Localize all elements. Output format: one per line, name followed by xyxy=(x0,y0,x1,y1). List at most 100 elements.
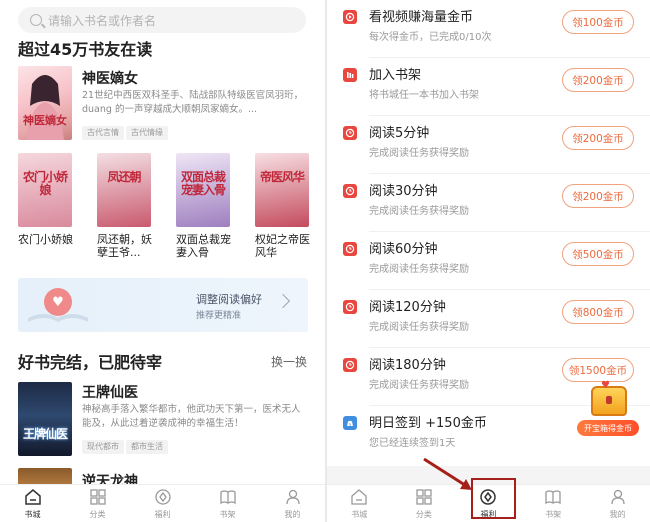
heart-icon: ♥ xyxy=(44,288,72,316)
task-title: 阅读180分钟 xyxy=(369,358,446,373)
banner-title: 调整阅读偏好 xyxy=(196,293,262,306)
book-card[interactable]: 农门小娇娘 农门小娇娘 xyxy=(18,153,73,246)
clock-icon xyxy=(343,184,357,198)
tab-profile[interactable]: 我的 xyxy=(260,485,325,522)
task-title: 阅读30分钟 xyxy=(369,184,438,199)
refresh-link[interactable]: 换一换 xyxy=(271,353,307,370)
task-row: 加入书架 将书城任一本书加入书架 领200金币 xyxy=(327,58,650,116)
home-icon xyxy=(24,488,41,505)
claim-coins-button[interactable]: 领800金币 xyxy=(562,300,634,324)
book-tag[interactable]: 古代情缘 xyxy=(126,126,168,140)
book-cover: 凤还朝 xyxy=(97,153,151,227)
tab-label: 福利 xyxy=(154,509,171,519)
task-subtitle: 完成阅读任务获得奖励 xyxy=(369,380,469,391)
grid-icon xyxy=(89,488,106,505)
book-tag[interactable]: 都市生活 xyxy=(126,440,168,454)
section-title-completed: 好书完结，已肥待宰 xyxy=(18,353,163,372)
home-icon xyxy=(351,488,367,505)
task-row: 看视频赚海量金币 每次得金币，已完成0/10次 领100金币 xyxy=(327,0,650,58)
featured-book-title[interactable]: 神医嫡女 xyxy=(82,68,138,88)
tab-label: 书架 xyxy=(219,509,236,519)
treasure-label: 开宝箱得金币 xyxy=(577,420,639,436)
book-cover-text: 农门小娇娘 xyxy=(22,170,68,197)
featured-book-cover[interactable]: 神医嫡女 xyxy=(18,66,72,140)
tab-bookshelf[interactable]: 书架 xyxy=(195,485,260,522)
book-cover: 双面总裁宠妻入骨 xyxy=(176,153,230,227)
tab-category[interactable]: 分类 xyxy=(65,485,130,522)
clock-icon xyxy=(343,242,357,256)
featured-cover-art: 神医嫡女 xyxy=(23,75,67,140)
featured-cover-title: 神医嫡女 xyxy=(23,113,67,127)
book-cover: 农门小娇娘 xyxy=(18,153,72,227)
book-tag[interactable]: 古代言情 xyxy=(82,126,124,140)
book-title: 农门小娇娘 xyxy=(18,233,73,246)
task-row: 阅读60分钟 完成阅读任务获得奖励 领500金币 xyxy=(327,232,650,290)
book-tag[interactable]: 现代都市 xyxy=(82,440,124,454)
clock-icon xyxy=(343,358,357,372)
bookshelf-icon xyxy=(343,68,357,82)
tab-bookstore[interactable]: 书城 xyxy=(0,485,65,522)
bottom-tab-bar: 书城 分类 福利 书架 我的 xyxy=(0,484,325,522)
task-row: 阅读30分钟 完成阅读任务获得奖励 领200金币 xyxy=(327,174,650,232)
clock-icon xyxy=(343,300,357,314)
book-title: 凤还朝，妖孽王爷... xyxy=(97,233,152,259)
book-card[interactable]: 帝医风华 权妃之帝医风华 xyxy=(255,153,310,259)
claim-coins-button[interactable]: 领200金币 xyxy=(562,126,634,150)
claim-coins-button[interactable]: 领1500金币 xyxy=(562,358,634,382)
book-cover: 帝医风华 xyxy=(255,153,309,227)
user-icon xyxy=(611,489,625,504)
task-title: 阅读60分钟 xyxy=(369,242,438,257)
tab-label: 分类 xyxy=(415,509,432,519)
svg-text:$: $ xyxy=(349,422,351,426)
book-cover-text: 双面总裁宠妻入骨 xyxy=(180,170,226,197)
bookstore-screen: 请输入书名或作者名 超过45万书友在读 神医嫡女 神医嫡女 21世纪中西医双科圣… xyxy=(0,0,325,522)
task-title: 阅读120分钟 xyxy=(369,300,446,315)
rec-cover-text: 王牌仙医 xyxy=(22,427,68,441)
tab-label: 分类 xyxy=(89,509,106,519)
money-bag-icon: $ xyxy=(343,416,357,430)
tab-welfare[interactable]: 福利 xyxy=(130,485,195,522)
heart-icon: ♥ xyxy=(601,380,610,391)
task-title: 加入书架 xyxy=(369,68,422,83)
user-icon xyxy=(285,489,300,504)
rec-book-cover[interactable]: 王牌仙医 xyxy=(18,382,72,456)
task-row: 阅读5分钟 完成阅读任务获得奖励 领200金币 xyxy=(327,116,650,174)
book-icon xyxy=(219,489,236,504)
featured-book-desc: 21世纪中西医双科圣手、陆战部队特级医官凤羽珩，duang 的一声穿越成大顺朝凤… xyxy=(82,90,304,115)
book-cover-text: 凤还朝 xyxy=(107,170,141,184)
book-card[interactable]: 凤还朝 凤还朝，妖孽王爷... xyxy=(97,153,152,259)
welfare-icon xyxy=(154,488,171,505)
task-title: 明日签到 +150金币 xyxy=(369,416,487,431)
rec-book-desc: 神秘高手落入繁华都市，他武功天下第一，医术无人能及，从此过着逆袭成神的幸福生活！ xyxy=(82,404,301,429)
task-subtitle: 完成阅读任务获得奖励 xyxy=(369,322,469,333)
tab-bookshelf[interactable]: 书架 xyxy=(521,485,586,522)
task-subtitle: 完成阅读任务获得奖励 xyxy=(369,264,469,275)
banner-subtitle: 推荐更精准 xyxy=(196,311,242,321)
task-row: 阅读120分钟 完成阅读任务获得奖励 领800金币 xyxy=(327,290,650,348)
search-input[interactable]: 请输入书名或作者名 xyxy=(18,7,306,33)
book-cover-text: 帝医风华 xyxy=(259,170,305,184)
treasure-chest-button[interactable]: ♥ 开宝箱得金币 xyxy=(575,380,641,436)
rec-book-title[interactable]: 王牌仙医 xyxy=(82,382,138,402)
tab-bookstore[interactable]: 书城 xyxy=(327,485,392,522)
search-icon xyxy=(30,14,42,26)
book-icon xyxy=(545,489,561,504)
claim-coins-button[interactable]: 领100金币 xyxy=(562,10,634,34)
task-subtitle: 将书城任一本书加入书架 xyxy=(369,90,479,101)
tab-profile[interactable]: 我的 xyxy=(585,485,650,522)
task-title: 阅读5分钟 xyxy=(369,126,430,141)
tab-label: 书城 xyxy=(24,509,41,519)
claim-coins-button[interactable]: 领500金币 xyxy=(562,242,634,266)
claim-coins-button[interactable]: 领200金币 xyxy=(562,68,634,92)
tab-label: 我的 xyxy=(609,509,626,519)
clock-icon xyxy=(343,126,357,140)
task-subtitle: 每次得金币，已完成0/10次 xyxy=(369,32,492,43)
reading-preference-banner[interactable]: ♥ 调整阅读偏好 推荐更精准 xyxy=(18,278,308,332)
task-subtitle: 完成阅读任务获得奖励 xyxy=(369,206,469,217)
claim-coins-button[interactable]: 领200金币 xyxy=(562,184,634,208)
book-title: 权妃之帝医风华 xyxy=(255,233,310,259)
task-subtitle: 完成阅读任务获得奖励 xyxy=(369,148,469,159)
task-subtitle: 您已经连续签到1天 xyxy=(369,438,456,449)
book-title: 双面总裁宠妻入骨 xyxy=(176,233,231,259)
book-card[interactable]: 双面总裁宠妻入骨 双面总裁宠妻入骨 xyxy=(176,153,231,259)
